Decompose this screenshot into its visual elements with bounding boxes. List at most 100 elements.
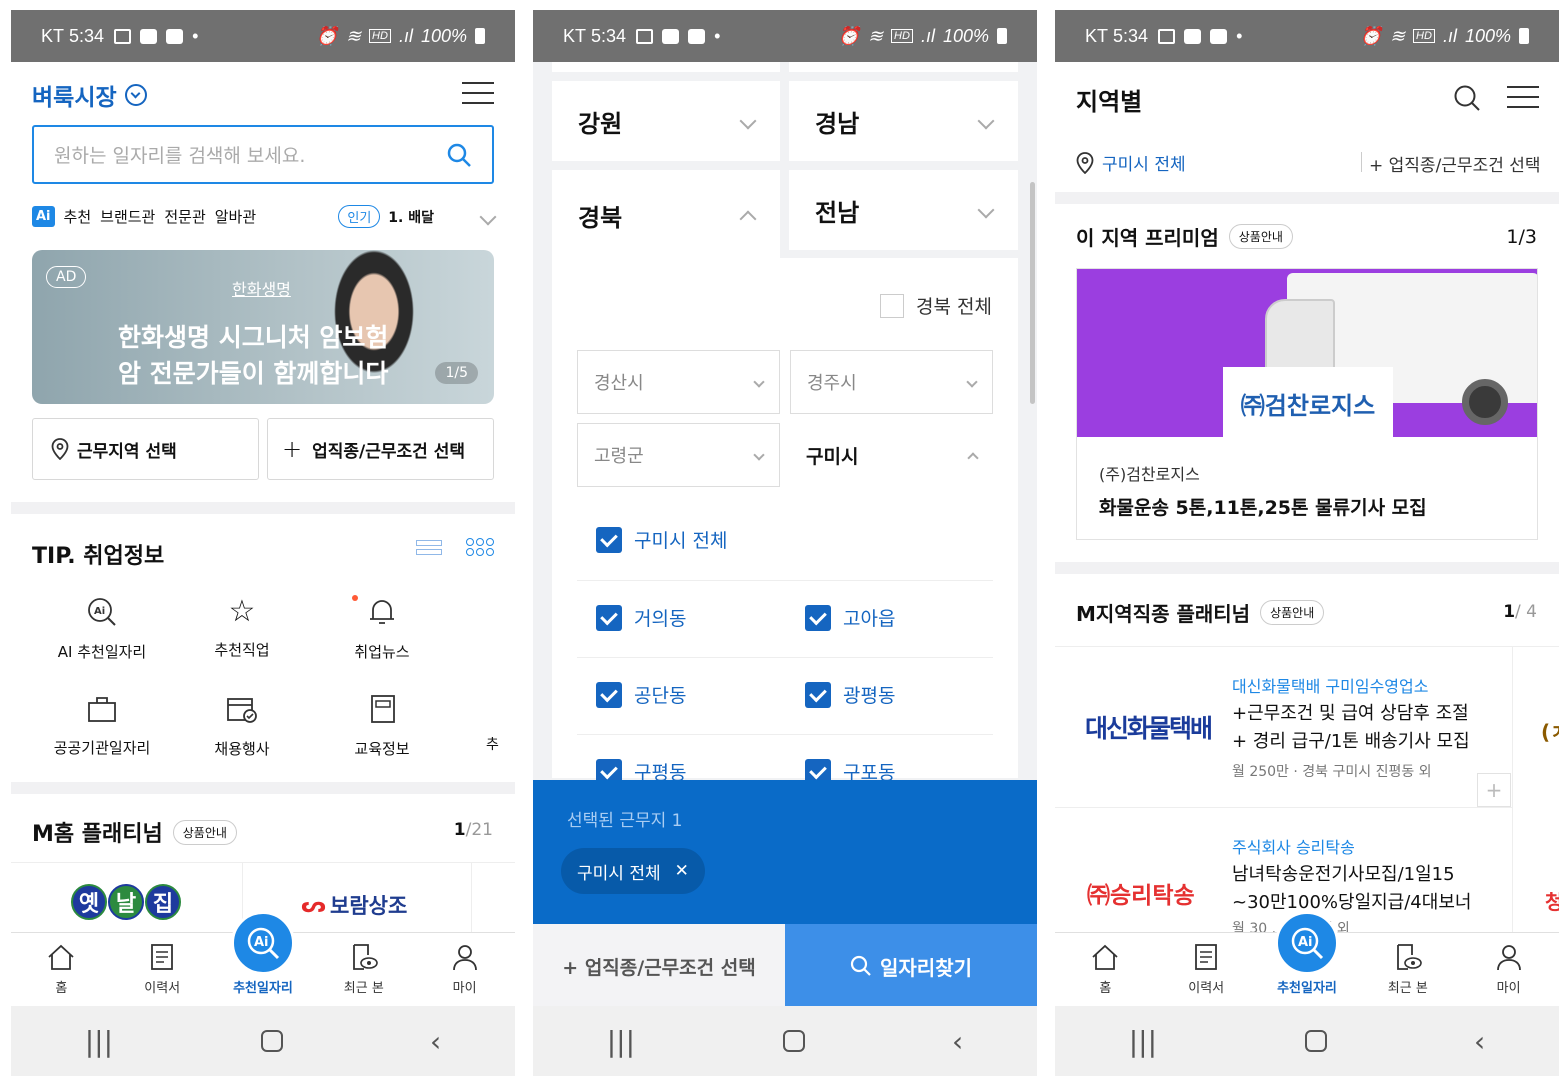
nav-recent[interactable]: 최근 본 xyxy=(1357,933,1458,1006)
condition-select-button[interactable]: + 업직종/근무조건 선택 xyxy=(533,924,785,1008)
nav-label: 최근 본 xyxy=(343,981,384,996)
find-jobs-button[interactable]: 일자리찾기 xyxy=(785,924,1037,1008)
product-info-badge[interactable]: 상품안내 xyxy=(1228,224,1293,249)
hd-icon: HD xyxy=(1413,29,1435,43)
nav-label: 이력서 xyxy=(1188,981,1225,996)
home-icon xyxy=(48,944,74,970)
tip-ai-jobs[interactable]: Ai AI 추천일자리 xyxy=(32,595,172,662)
tab-brand[interactable]: 브랜드관 xyxy=(100,206,155,227)
checkbox-checked[interactable] xyxy=(596,526,622,553)
search-icon[interactable] xyxy=(1453,84,1481,112)
nav-resume[interactable]: 이력서 xyxy=(1156,933,1257,1006)
popular-ticker[interactable]: 인기 1. 배달 xyxy=(338,205,497,228)
home-button-icon[interactable] xyxy=(782,1030,805,1052)
tip-public-jobs[interactable]: 공공기관일자리 xyxy=(32,692,172,759)
svg-text:Ai: Ai xyxy=(94,606,105,617)
tip-education[interactable]: 교육정보 xyxy=(312,692,452,759)
dong-option[interactable]: 공단동 xyxy=(596,681,686,708)
chip-label: 구미시 전체 xyxy=(577,863,661,884)
wifi-icon: ≋ xyxy=(867,25,884,46)
checkbox-checked[interactable] xyxy=(805,681,831,708)
condition-filter[interactable]: + 업직종/근무조건 선택 xyxy=(1369,151,1541,176)
brand-selector[interactable]: 벼룩시장 xyxy=(32,78,147,112)
list-view-icon[interactable] xyxy=(416,540,442,555)
add-scrap-icon[interactable]: + xyxy=(1477,773,1511,807)
nav-recent[interactable]: 최근 본 xyxy=(313,933,414,1006)
dong-option[interactable]: 고아읍 xyxy=(805,604,895,631)
recent-apps-icon[interactable]: ||| xyxy=(607,1025,635,1058)
nav-my[interactable]: 마이 xyxy=(414,933,515,1006)
mhome-header: M홈 플래티넘 상품안내 xyxy=(32,816,237,848)
tip-news[interactable]: 취업뉴스 xyxy=(312,595,452,662)
alarm-icon: ⏰ xyxy=(837,25,860,46)
alarm-icon: ⏰ xyxy=(315,25,338,46)
city-goryeong[interactable]: 고령군 xyxy=(577,423,780,487)
tab-recommend[interactable]: 추천 xyxy=(64,206,92,227)
tip-events[interactable]: 채용행사 xyxy=(172,692,312,759)
search-icon[interactable] xyxy=(446,142,472,168)
chevron-up-icon xyxy=(967,452,979,464)
region-gyeongnam[interactable]: 경남 xyxy=(789,81,1018,161)
chevron-down-icon[interactable] xyxy=(479,208,497,225)
dong-option[interactable]: 거의동 xyxy=(596,604,686,631)
recent-apps-icon[interactable]: ||| xyxy=(1129,1025,1157,1058)
youtube-icon xyxy=(688,28,706,44)
scrollbar[interactable] xyxy=(1030,182,1035,404)
premium-job-card[interactable]: ㈜검찬로지스 (주)검찬로지스 화물운송 5톤,11톤,25톤 물류기사 모집 xyxy=(1076,268,1538,540)
location-filter[interactable]: 구미시 전체 xyxy=(1076,150,1186,175)
checkbox-checked[interactable] xyxy=(596,681,622,708)
selected-chip[interactable]: 구미시 전체 ✕ xyxy=(561,848,705,894)
back-icon[interactable]: ‹ xyxy=(952,1025,963,1058)
grid-view-icon[interactable] xyxy=(466,538,494,556)
menu-icon[interactable] xyxy=(462,82,494,104)
nav-home[interactable]: 홈 xyxy=(1055,933,1156,1006)
product-info-badge[interactable]: 상품안내 xyxy=(172,819,237,845)
home-button-icon[interactable] xyxy=(260,1030,283,1052)
tip-recommended-jobs[interactable]: ☆ 추천직업 xyxy=(172,595,312,662)
gyeongbuk-all-option[interactable]: 경북 전체 xyxy=(880,292,992,319)
search-input[interactable]: 원하는 일자리를 검색해 보세요. xyxy=(54,141,446,168)
city-gyeongsan[interactable]: 경산시 xyxy=(577,350,780,414)
logo-boram[interactable]: ᔕ 보람상조 xyxy=(301,890,407,920)
tab-expert[interactable]: 전문관 xyxy=(164,206,205,227)
dong-option[interactable]: 광평동 xyxy=(805,681,895,708)
condition-select-button[interactable]: + 업직종/근무조건 선택 xyxy=(267,418,494,480)
logo-yetnaljip[interactable]: 옛 날 집 xyxy=(71,884,181,920)
platinum-job-1[interactable]: 대신화물택배 대신화물택배 구미임수영업소 +근무조건 및 급여 상담후 조절 … xyxy=(1055,647,1512,807)
checkbox-checked[interactable] xyxy=(596,604,622,631)
region-gyeongbuk[interactable]: 경북 xyxy=(552,170,780,260)
checkbox-checked[interactable] xyxy=(805,604,831,631)
checkbox[interactable] xyxy=(880,293,905,318)
platinum-job-2[interactable]: ㈜승리탁송 주식회사 승리탁송 남녀탁송운전기사모집/1일15 ~30만100%… xyxy=(1055,808,1512,937)
recent-apps-icon[interactable]: ||| xyxy=(85,1025,113,1058)
system-nav-bar: ||| ‹ xyxy=(1055,1006,1559,1076)
home-button-icon[interactable] xyxy=(1304,1030,1327,1052)
nav-home[interactable]: 홈 xyxy=(11,933,112,1006)
region-select-button[interactable]: 근무지역 선택 xyxy=(32,418,259,480)
nav-recommended[interactable]: Ai 추천일자리 xyxy=(1257,911,1358,1006)
gumi-all-option[interactable]: 구미시 전체 xyxy=(596,526,727,553)
nav-label: 최근 본 xyxy=(1387,981,1428,996)
system-nav-bar: ||| ‹ xyxy=(11,1006,515,1076)
nav-resume[interactable]: 이력서 xyxy=(112,933,213,1006)
ai-search-fab[interactable]: Ai xyxy=(230,911,295,975)
menu-icon[interactable] xyxy=(1507,86,1539,108)
product-info-badge[interactable]: 상품안내 xyxy=(1260,600,1325,625)
city-gumi[interactable]: 구미시 xyxy=(790,423,993,487)
nav-label: 마이 xyxy=(1496,981,1521,996)
nav-my[interactable]: 마이 xyxy=(1458,933,1559,1006)
ad-banner[interactable]: AD 한화생명 한화생명 시그니처 암보험 암 전문가들이 함께합니다 1/5 xyxy=(32,250,494,404)
back-icon[interactable]: ‹ xyxy=(1474,1025,1485,1058)
region-jeonnam[interactable]: 전남 xyxy=(789,170,1018,250)
bell-icon xyxy=(370,600,394,624)
tab-part-time[interactable]: 알바관 xyxy=(215,206,256,227)
back-icon[interactable]: ‹ xyxy=(430,1025,441,1058)
city-gyeongju[interactable]: 경주시 xyxy=(790,350,993,414)
option-label: 경북 전체 xyxy=(916,296,992,318)
search-box[interactable]: 원하는 일자리를 검색해 보세요. xyxy=(32,125,494,184)
region-gangwon[interactable]: 강원 xyxy=(552,81,780,161)
close-icon[interactable]: ✕ xyxy=(675,861,689,881)
ai-search-fab[interactable]: Ai xyxy=(1274,911,1339,975)
button-label: 일자리찾기 xyxy=(880,955,972,980)
nav-recommended[interactable]: Ai 추천일자리 xyxy=(213,911,314,1006)
